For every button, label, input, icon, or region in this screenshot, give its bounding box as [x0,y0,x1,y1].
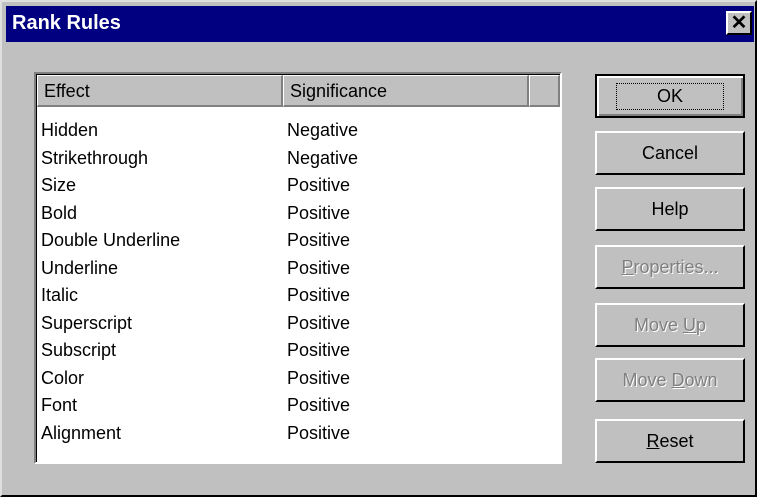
effect-cell: Underline [41,257,119,278]
effect-cell: Strikethrough [41,147,149,168]
list-row[interactable]: Size Positive [41,172,533,200]
list-row[interactable]: Subscript Positive [41,337,533,365]
close-icon: ✕ [730,12,748,34]
effect-cell: Subscript [41,340,117,360]
list-row[interactable]: Hidden Negative [41,117,533,145]
column-header-effect[interactable]: Effect [37,75,283,107]
effect-cell: Size [41,175,77,195]
list-row[interactable]: Bold Positive [41,200,533,228]
significance-cell: Negative [287,147,359,168]
effect-cell: Superscript [41,312,133,333]
effect-cell: Alignment [41,422,122,443]
list-row[interactable]: Double Underline Positive [41,227,533,255]
significance-cell: Positive [287,395,351,415]
properties-button[interactable]: Properties... [595,245,745,289]
reset-button[interactable]: Reset [595,419,745,463]
list-row[interactable]: Underline Positive [41,255,533,283]
list-row[interactable]: Alignment Positive [41,420,533,448]
significance-cell: Positive [287,202,351,223]
list-rows: Hidden Negative Strikethrough Negative Siz… [41,117,533,447]
move-down-button-label: Move Down [622,369,718,390]
help-button-label: Help [651,198,689,219]
effect-cell: Italic [41,285,79,305]
significance-cell: Positive [287,257,351,278]
list-row[interactable]: Italic Positive [41,282,533,310]
properties-button-label: Properties... [621,256,719,277]
significance-cell: Positive [287,312,351,333]
effect-cell: Hidden [41,120,99,140]
move-up-button[interactable]: Move Up [595,303,745,347]
dialog-title: Rank Rules [12,12,121,34]
list-row[interactable]: Font Positive [41,392,533,420]
column-header-significance[interactable]: Significance [283,75,529,107]
move-up-button-label: Move Up [633,314,707,335]
significance-cell: Negative [287,120,359,140]
list-row[interactable]: Strikethrough Negative [41,145,533,173]
title-bar[interactable]: Rank Rules ✕ [6,6,754,42]
cancel-button-label: Cancel [641,142,699,163]
significance-cell: Positive [287,285,351,305]
ok-button-label: OK [615,82,724,110]
ok-button[interactable]: OK [595,74,745,118]
rank-rules-dialog: Rank Rules ✕ Effect Significance Hidden N… [0,0,757,497]
column-header-filler [529,75,560,107]
cancel-button[interactable]: Cancel [595,131,745,175]
move-down-button[interactable]: Move Down [595,358,745,402]
significance-cell: Positive [287,230,351,250]
significance-cell: Positive [287,367,351,388]
close-button[interactable]: ✕ [726,11,752,35]
significance-cell: Positive [287,422,351,443]
effect-cell: Bold [41,202,78,223]
significance-cell: Positive [287,340,351,360]
effect-cell: Double Underline [41,230,181,250]
reset-button-label: Reset [646,430,694,451]
list-header: Effect Significance [37,75,560,107]
effect-cell: Font [41,395,78,415]
rank-rules-list[interactable]: Effect Significance Hidden Negative Strik… [34,72,562,464]
help-button[interactable]: Help [595,187,745,231]
list-row[interactable]: Superscript Positive [41,310,533,338]
list-row[interactable]: Color Positive [41,365,533,393]
effect-cell: Color [41,367,85,388]
significance-cell: Positive [287,175,351,195]
